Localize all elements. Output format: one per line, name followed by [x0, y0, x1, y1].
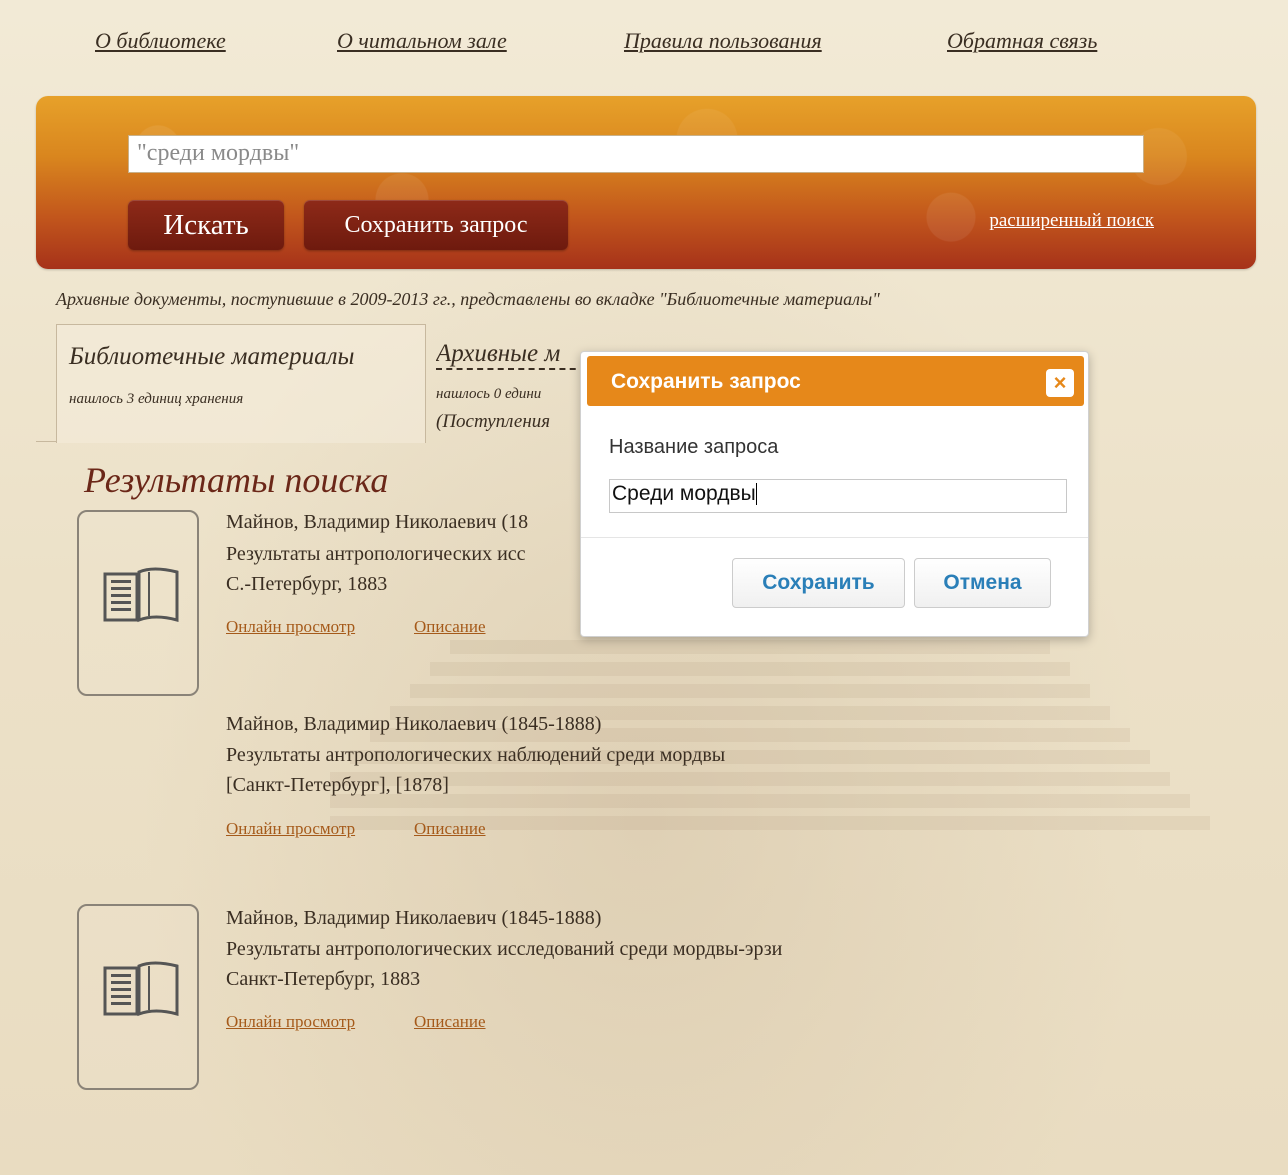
tab-archive-note: (Поступления: [436, 411, 551, 432]
description-link[interactable]: Описание: [414, 617, 486, 637]
results-title: Результаты поиска: [84, 460, 389, 500]
advanced-search-link[interactable]: расширенный поиск: [989, 210, 1154, 232]
result-title: Результаты антропологических исс: [226, 543, 526, 565]
tab-archive-count: нашлось 0 едини: [436, 386, 542, 402]
archive-notice: Архивные документы, поступившие в 2009-2…: [56, 289, 880, 309]
tab-library-count: нашлось 3 единиц хранения: [69, 391, 244, 407]
online-view-link[interactable]: Онлайн просмотр: [226, 819, 355, 839]
result-title: Результаты антропологических исследовани…: [226, 938, 783, 960]
search-button[interactable]: Искать: [128, 200, 284, 250]
save-query-button[interactable]: Сохранить запрос: [304, 200, 568, 250]
description-link[interactable]: Описание: [414, 819, 486, 839]
result-author: Майнов, Владимир Николаевич (1845-1888): [226, 713, 602, 735]
save-query-dialog: Сохранить запрос × Название запроса Сред…: [580, 351, 1089, 637]
book-thumbnail[interactable]: [77, 904, 199, 1090]
query-name-value: Среди мордвы: [612, 482, 756, 505]
nav-feedback-link[interactable]: Обратная связь: [947, 28, 1097, 54]
online-view-link[interactable]: Онлайн просмотр: [226, 1012, 355, 1032]
query-name-input[interactable]: Среди мордвы: [609, 479, 1067, 513]
tab-archive-materials[interactable]: Архивные м: [436, 340, 586, 370]
tab-library-materials[interactable]: Библиотечные материалы нашлось 3 единиц …: [56, 324, 426, 443]
book-icon: [103, 961, 179, 1017]
nav-rules-link[interactable]: Правила пользования: [624, 28, 822, 54]
result-author: Майнов, Владимир Николаевич (1845-1888): [226, 907, 602, 929]
dialog-save-button[interactable]: Сохранить: [732, 558, 905, 608]
background-stairs-image: [330, 640, 1230, 940]
online-view-link[interactable]: Онлайн просмотр: [226, 617, 355, 637]
dialog-divider: [581, 537, 1088, 538]
book-icon: [103, 567, 179, 623]
result-place: С.-Петербург, 1883: [226, 573, 388, 595]
dialog-cancel-button[interactable]: Отмена: [914, 558, 1051, 608]
query-name-label: Название запроса: [609, 436, 779, 458]
book-thumbnail[interactable]: [77, 510, 199, 696]
result-place: [Санкт-Петербург], [1878]: [226, 774, 449, 796]
dialog-header: Сохранить запрос ×: [587, 356, 1084, 406]
result-title: Результаты антропологических наблюдений …: [226, 744, 726, 766]
close-icon[interactable]: ×: [1046, 369, 1074, 397]
tab-divider: [36, 441, 56, 442]
dialog-title: Сохранить запрос: [611, 370, 801, 393]
top-nav: О библиотеке О читальном зале Правила по…: [0, 28, 1288, 58]
search-banner: "среди мордвы" Искать Сохранить запрос р…: [36, 96, 1256, 269]
nav-about-link[interactable]: О библиотеке: [95, 28, 226, 54]
nav-reading-room-link[interactable]: О читальном зале: [337, 28, 507, 54]
tab-library-title: Библиотечные материалы: [69, 343, 355, 370]
search-input[interactable]: "среди мордвы": [128, 135, 1144, 173]
text-cursor: [755, 483, 757, 506]
result-place: Санкт-Петербург, 1883: [226, 968, 421, 990]
description-link[interactable]: Описание: [414, 1012, 486, 1032]
result-author: Майнов, Владимир Николаевич (18: [226, 511, 529, 533]
